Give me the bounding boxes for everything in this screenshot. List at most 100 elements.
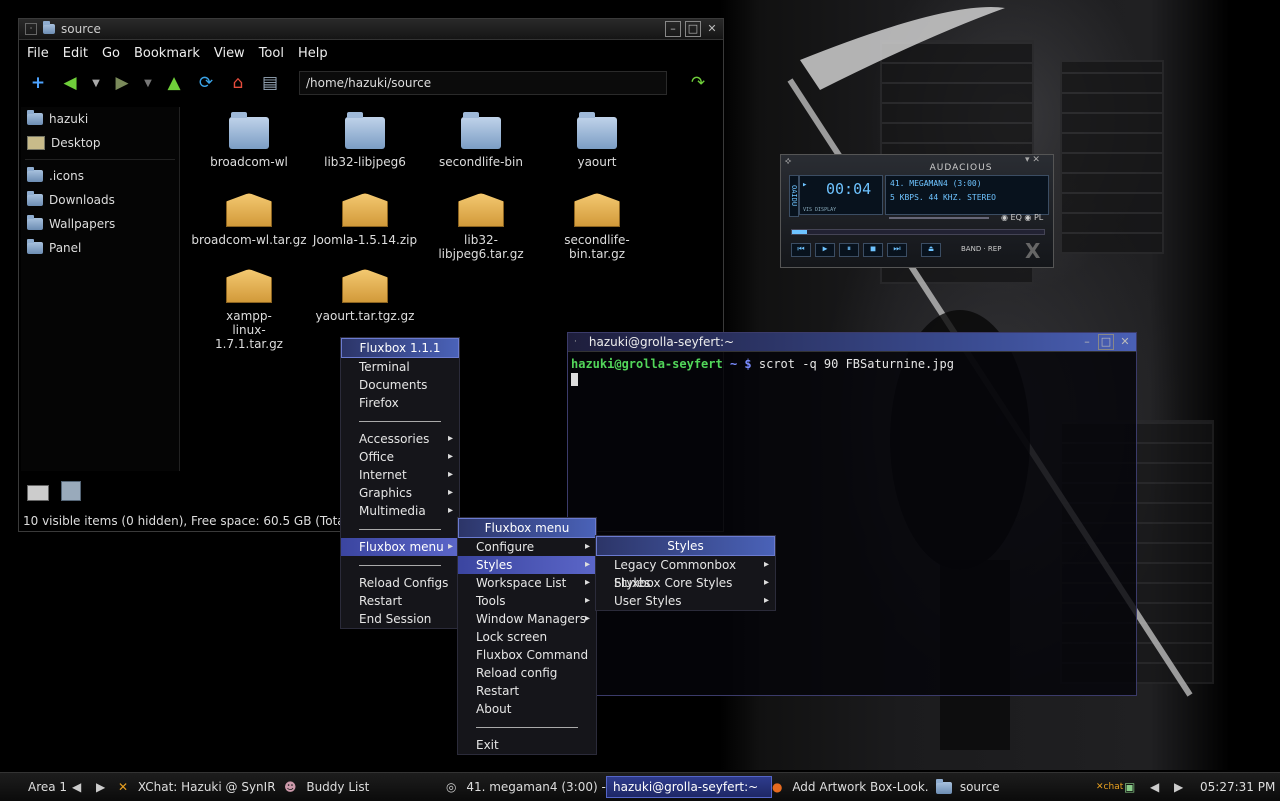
menu-help[interactable]: Help <box>298 46 328 61</box>
workspace-prev-icon[interactable]: ◀ <box>72 773 81 801</box>
menu-item-graphics[interactable]: Graphics <box>341 484 459 502</box>
menu-item-fluxbox-command[interactable]: Fluxbox Command <box>458 646 596 664</box>
task-firefox[interactable]: ● Add Artwork Box-Look. <box>772 773 932 801</box>
xchat-tray-icon[interactable]: ✕chat <box>1096 773 1123 801</box>
eq-toggle[interactable]: ◉ EQ ◉ PL <box>1001 213 1043 222</box>
forward-icon[interactable]: ▶ <box>111 72 133 94</box>
menu-item-tools[interactable]: Tools <box>458 592 596 610</box>
file-item[interactable]: yaourt <box>539 112 655 169</box>
menu-tool[interactable]: Tool <box>259 46 284 61</box>
sidebar-item-panel[interactable]: Panel <box>21 236 179 260</box>
path-input[interactable]: /home/hazuki/source <box>299 71 667 95</box>
task-terminal[interactable]: hazuki@grolla-seyfert:~ <box>606 776 772 798</box>
eject-icon[interactable]: ⏏ <box>921 243 941 257</box>
file-item[interactable]: yaourt.tar.tgz.gz <box>307 269 423 323</box>
workspace-next-icon[interactable]: ▶ <box>96 773 105 801</box>
maximize-button[interactable]: □ <box>1098 334 1114 350</box>
sidebar-item-downloads[interactable]: Downloads <box>21 188 179 212</box>
menu-item-end-session[interactable]: End Session <box>341 610 459 628</box>
drive-icon[interactable] <box>27 485 49 501</box>
menu-item-firefox[interactable]: Firefox <box>341 394 459 412</box>
menu-edit[interactable]: Edit <box>63 46 88 61</box>
file-item[interactable]: lib32-libjpeg6 <box>307 112 423 169</box>
terminal-prompt-line[interactable]: hazuki@grolla-seyfert ~ $ scrot -q 90 FB… <box>568 352 1136 371</box>
menu-item-exit[interactable]: Exit <box>458 736 596 754</box>
tray-prev-icon[interactable]: ◀ <box>1150 773 1159 801</box>
task-buddy-list[interactable]: ☻ Buddy List <box>284 773 434 801</box>
window-menu-icon[interactable]: · <box>574 337 577 347</box>
maximize-button[interactable]: □ <box>685 21 701 37</box>
window-menu-icon[interactable]: · <box>25 23 37 35</box>
go-icon[interactable]: ↷ <box>687 72 709 94</box>
file-item[interactable]: broadcom-wl <box>191 112 307 169</box>
menu-item-internet[interactable]: Internet <box>341 466 459 484</box>
menu-go[interactable]: Go <box>102 46 120 61</box>
file-item[interactable]: lib32-libjpeg6.tar.gz <box>423 193 539 261</box>
menu-item-reload-config[interactable]: Reload config <box>458 664 596 682</box>
up-icon[interactable]: ▲ <box>163 72 185 94</box>
new-tab-icon[interactable]: + <box>27 72 49 94</box>
archive-icon <box>342 269 388 303</box>
menu-item-terminal[interactable]: Terminal <box>341 358 459 376</box>
play-icon[interactable]: ▶ <box>815 243 835 257</box>
pidgin-tray-icon[interactable]: ▣ <box>1124 773 1135 801</box>
tray-next-icon[interactable]: ▶ <box>1174 773 1183 801</box>
menu-item-multimedia[interactable]: Multimedia <box>341 502 459 520</box>
menu-item-fluxbox-menu[interactable]: Fluxbox menu <box>341 538 459 556</box>
menu-item-office[interactable]: Office <box>341 448 459 466</box>
menu-item-workspace-list[interactable]: Workspace List <box>458 574 596 592</box>
menu-view[interactable]: View <box>214 46 245 61</box>
menu-item-restart[interactable]: Restart <box>341 592 459 610</box>
file-item[interactable]: secondlife-bin <box>423 112 539 169</box>
home-icon[interactable]: ⌂ <box>227 72 249 94</box>
minimize-button[interactable]: – <box>665 21 681 37</box>
volume-slider[interactable] <box>889 217 989 219</box>
close-button[interactable]: ✕ <box>1118 335 1132 349</box>
back-history-chevron-down-icon[interactable]: ▼ <box>91 72 101 94</box>
sidebar-item-desktop[interactable]: Desktop <box>21 131 179 155</box>
back-icon[interactable]: ◀ <box>59 72 81 94</box>
menu-item-styles[interactable]: Styles <box>458 556 596 574</box>
task-xchat[interactable]: ✕ XChat: Hazuki @ SynIR <box>118 773 278 801</box>
menu-item-documents[interactable]: Documents <box>341 376 459 394</box>
terminal-titlebar[interactable]: · hazuki@grolla-seyfert:~ – □ ✕ <box>568 333 1136 352</box>
menu-item-fluxbox-core-styles[interactable]: Fluxbox Core Styles <box>596 574 775 592</box>
seek-bar[interactable] <box>791 229 1045 235</box>
file-item[interactable]: Joomla-1.5.14.zip <box>307 193 423 247</box>
file-item[interactable]: xampp-linux-1.7.1.tar.gz <box>213 269 285 351</box>
file-manager-titlebar[interactable]: · source – □ ✕ <box>19 19 723 40</box>
forward-history-chevron-down-icon[interactable]: ▼ <box>143 72 153 94</box>
file-item[interactable]: secondlife-bin.tar.gz <box>539 193 655 261</box>
reload-icon[interactable]: ⟳ <box>195 72 217 94</box>
menu-item-restart[interactable]: Restart <box>458 682 596 700</box>
sidebar-item-hazuki[interactable]: hazuki <box>21 107 179 131</box>
sidebar-item-icons[interactable]: .icons <box>21 164 179 188</box>
workspace-label[interactable]: Area 1 <box>28 773 67 801</box>
player-close-button[interactable]: ▾ ✕ <box>1025 155 1040 165</box>
menu-item-about[interactable]: About <box>458 700 596 718</box>
sidebar-item-wallpapers[interactable]: Wallpapers <box>21 212 179 236</box>
menu-item-reload-configs[interactable]: Reload Configs <box>341 574 459 592</box>
minimize-button[interactable]: – <box>1080 335 1094 349</box>
stop-icon[interactable]: ■ <box>863 243 883 257</box>
places-icon[interactable] <box>61 481 81 501</box>
menu-item-configure[interactable]: Configure <box>458 538 596 556</box>
close-button[interactable]: ✕ <box>705 22 719 36</box>
file-item[interactable]: broadcom-wl.tar.gz <box>191 193 307 247</box>
menu-file[interactable]: File <box>27 46 49 61</box>
menu-bookmark[interactable]: Bookmark <box>134 46 200 61</box>
menu-icon[interactable]: ⯎ <box>785 157 795 167</box>
location-icon[interactable]: ▤ <box>259 72 281 94</box>
clutterbar[interactable]: OAIDU <box>789 175 799 217</box>
band-button[interactable]: BAND · REP <box>961 245 1001 253</box>
menu-item-lock-screen[interactable]: Lock screen <box>458 628 596 646</box>
pause-icon[interactable]: ⏸ <box>839 243 859 257</box>
menu-item-user-styles[interactable]: User Styles <box>596 592 775 610</box>
menu-item-legacy-commonbox-styles[interactable]: Legacy Commonbox Styles <box>596 556 775 590</box>
previous-icon[interactable]: ⏮ <box>791 243 811 257</box>
task-file-manager[interactable]: source <box>936 773 1076 801</box>
next-icon[interactable]: ⏭ <box>887 243 907 257</box>
task-audacious[interactable]: ◎ 41. megaman4 (3:00) - <box>446 773 606 801</box>
menu-item-accessories[interactable]: Accessories <box>341 430 459 448</box>
menu-item-window-managers[interactable]: Window Managers <box>458 610 596 628</box>
